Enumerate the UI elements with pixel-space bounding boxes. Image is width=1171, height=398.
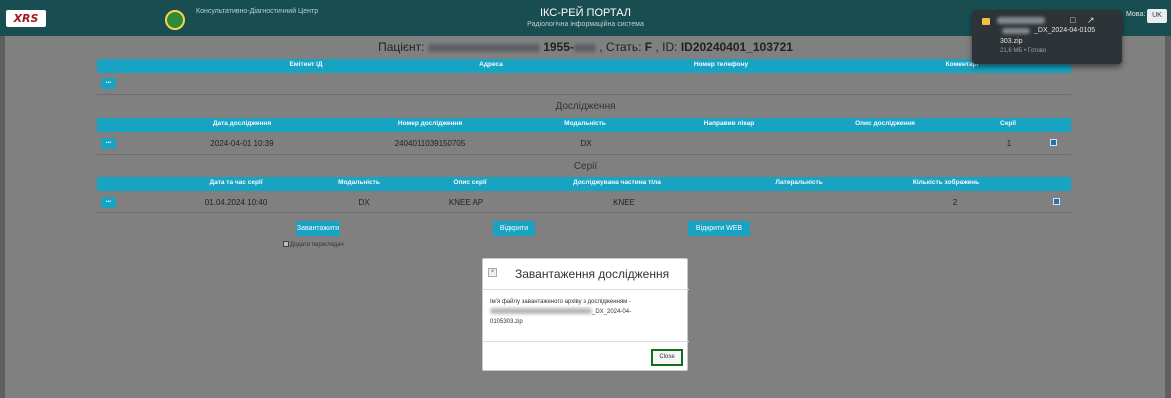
patient-label: Пацієнт: xyxy=(378,40,425,54)
patient-more-button[interactable]: ••• xyxy=(101,78,116,89)
download-popup: □ ↗ _DX_2024-04-0105 303.zip 21,6 МБ • Г… xyxy=(972,10,1122,64)
series-select-checkbox[interactable] xyxy=(1053,198,1060,205)
col-modality: Модальність xyxy=(564,120,606,127)
file-icon xyxy=(982,18,990,25)
open-external-icon[interactable]: ↗ xyxy=(1087,15,1095,26)
modal-filename-redacted xyxy=(490,308,592,315)
language-selector[interactable]: UK xyxy=(1147,9,1167,23)
patient-id: ID20240401_103721 xyxy=(680,40,793,54)
patient-sex-label: , Стать: xyxy=(599,40,642,54)
col-laterality: Латеральність xyxy=(775,179,823,186)
col-phone: Номер телефону xyxy=(693,61,749,68)
divider xyxy=(97,212,1071,213)
series-image-count: 2 xyxy=(952,198,958,207)
patient-name-redacted xyxy=(427,43,540,52)
col-series-count: Серії xyxy=(1000,120,1016,127)
series-table-header: Дата та час серії Модальність Опис серії… xyxy=(97,177,1071,191)
study-date: 2024-04-01 10:39 xyxy=(210,139,274,148)
series-datetime: 01.04.2024 10:40 xyxy=(204,198,268,207)
add-viewer-option[interactable]: Додати переглядач xyxy=(283,241,344,248)
series-description: KNEE AP xyxy=(448,198,484,207)
close-button[interactable]: Close xyxy=(651,349,683,366)
modal-filename-end: 0105303.zip xyxy=(490,319,523,325)
open-button[interactable]: Відкрити xyxy=(493,221,535,236)
folder-icon[interactable]: □ xyxy=(1070,15,1075,25)
modal-body-prefix: Ім'я файлу завантаженого архіву з дослід… xyxy=(490,299,631,305)
col-issuer-id: Емітент ІД xyxy=(289,61,323,68)
download-filename[interactable]: _DX_2024-04-0105 xyxy=(1034,27,1095,34)
col-address: Адреса xyxy=(479,61,503,68)
modal-body: Ім'я файлу завантаженого архіву з дослід… xyxy=(490,297,682,327)
col-body-part: Досліджувана частина тіла xyxy=(573,179,661,186)
study-modality: DX xyxy=(580,139,592,148)
col-series-datetime: Дата та час серії xyxy=(209,179,263,186)
divider xyxy=(97,94,1071,95)
col-referring-doctor: Направив лікар xyxy=(703,120,755,127)
modal-filename-suffix: _DX_2024-04- xyxy=(592,309,632,315)
open-web-button[interactable]: Відкрити WEB xyxy=(688,221,750,236)
patient-birthdate-redacted xyxy=(573,43,596,52)
col-study-date: Дата дослідження xyxy=(212,120,272,127)
col-series-modality: Модальність xyxy=(338,179,380,186)
download-modal: × Завантаження дослідження Ім'я файлу за… xyxy=(482,258,689,371)
col-image-count: Кількість зображень xyxy=(912,179,980,186)
study-number: 2404011039150705 xyxy=(394,139,466,148)
patient-birth-year: 1955- xyxy=(543,40,574,54)
series-modality: DX xyxy=(358,198,370,207)
studies-title: Дослідження xyxy=(555,101,616,112)
download-filename-redacted-2 xyxy=(1002,28,1030,34)
download-button[interactable]: Завантажити xyxy=(296,221,340,236)
col-study-description: Опис дослідження xyxy=(855,120,915,127)
download-filename-redacted xyxy=(997,17,1045,24)
col-series-description: Опис серії xyxy=(453,179,487,186)
study-more-button[interactable]: ••• xyxy=(101,138,116,149)
modal-title: Завантаження дослідження xyxy=(515,267,670,281)
add-viewer-checkbox[interactable] xyxy=(283,241,289,247)
modal-divider xyxy=(483,289,689,290)
download-filename-2[interactable]: 303.zip xyxy=(1000,38,1023,45)
patient-sex: F xyxy=(644,40,653,54)
divider xyxy=(97,154,1071,155)
series-more-button[interactable]: ••• xyxy=(101,197,116,208)
series-title: Серії xyxy=(573,161,598,172)
add-viewer-label: Додати переглядач xyxy=(290,242,344,248)
patient-id-label: , ID: xyxy=(655,40,678,54)
series-body-part: KNEE xyxy=(613,198,635,207)
study-select-checkbox[interactable] xyxy=(1050,139,1057,146)
modal-divider xyxy=(483,341,689,342)
studies-table-header: Дата дослідження Номер дослідження Модал… xyxy=(97,118,1071,132)
close-icon[interactable]: × xyxy=(488,268,497,277)
col-study-number: Номер дослідження xyxy=(397,120,463,127)
language-label: Мова: xyxy=(1126,11,1146,18)
study-series-count: 1 xyxy=(1006,139,1012,148)
download-status: 21,6 МБ • Готово xyxy=(1000,48,1047,54)
patient-table-header: Емітент ІД Адреса Номер телефону Комента… xyxy=(97,59,1071,73)
